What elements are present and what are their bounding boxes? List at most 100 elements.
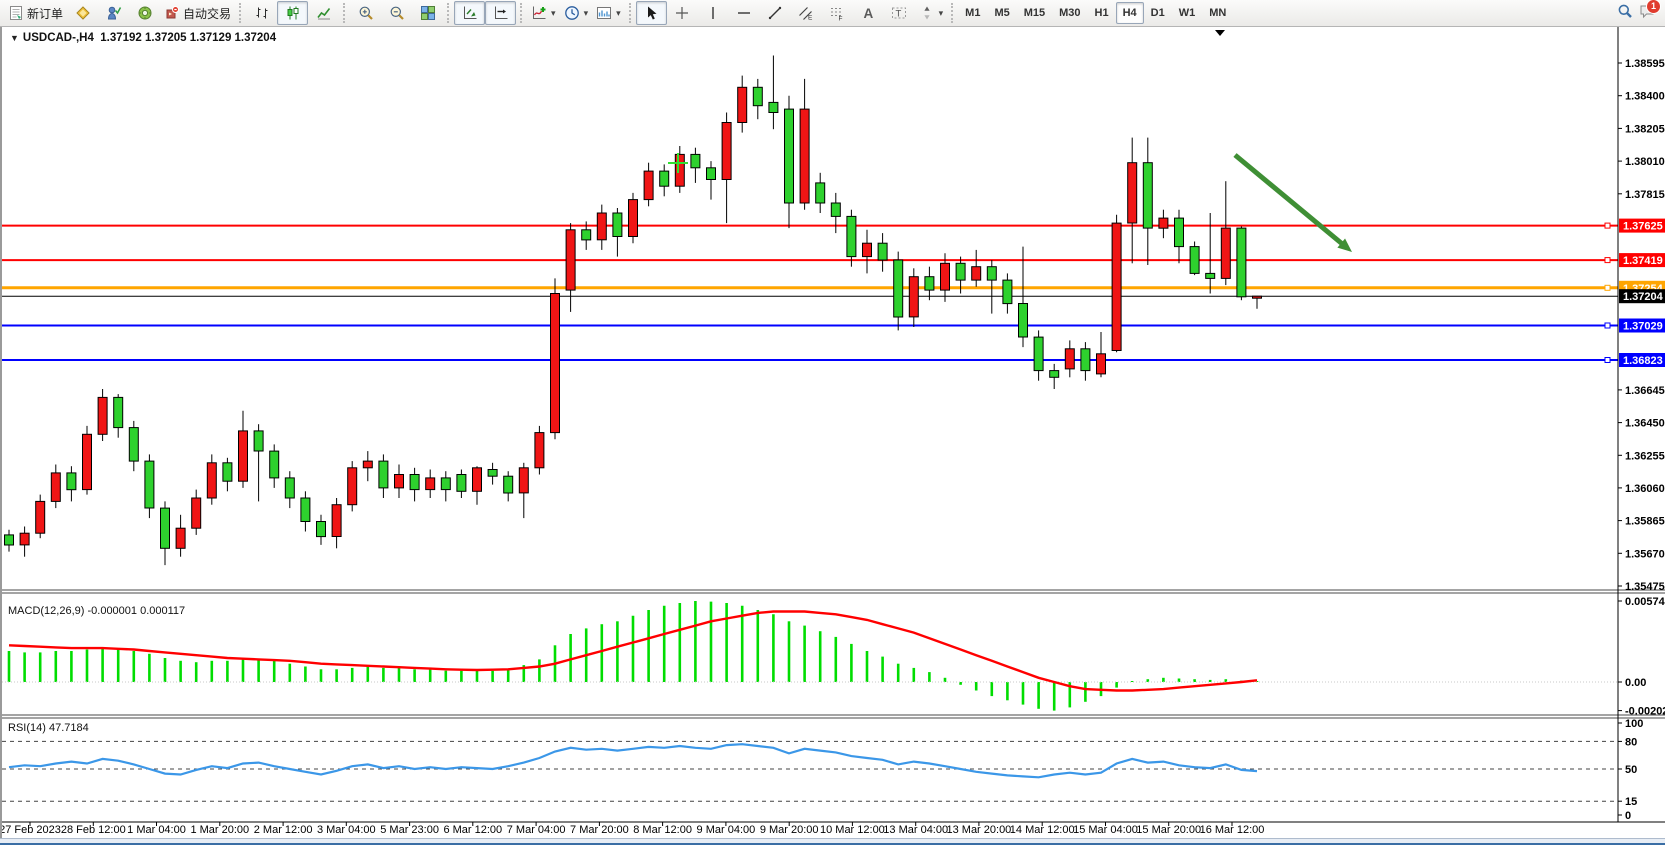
- horizontal-line-1.36823[interactable]: [2, 358, 1618, 363]
- chart-symbol-label[interactable]: ▼USDCAD-,H4 1.37192 1.37205 1.37129 1.37…: [10, 32, 276, 44]
- price-label-1.37204: 1.37204: [1619, 289, 1665, 303]
- rsi-value: 47.7184: [49, 722, 89, 734]
- toolbar-button-text[interactable]: A: [853, 1, 884, 25]
- candle: [379, 454, 388, 498]
- timeframe-m15[interactable]: M15: [1017, 2, 1052, 24]
- candlestick-series: [5, 56, 1262, 566]
- candle: [894, 252, 903, 331]
- svg-text:1.37204: 1.37204: [1623, 291, 1664, 303]
- toolbar-button-market-watch[interactable]: [98, 1, 129, 25]
- toolbar-button-new-order[interactable]: 新订单: [4, 1, 67, 25]
- auto-trading-icon: [164, 5, 180, 21]
- toolbar-button-crosshair[interactable]: [667, 1, 698, 25]
- toolbar-button-zoom-in[interactable]: [350, 1, 381, 25]
- timeframe-m30[interactable]: M30: [1052, 2, 1087, 24]
- candle: [239, 411, 248, 488]
- timeframe-m1[interactable]: M1: [958, 2, 987, 24]
- chart-shift-icon: [493, 5, 509, 21]
- toolbar-button-cursor[interactable]: [636, 1, 667, 25]
- svg-text:50: 50: [1625, 764, 1637, 776]
- toolbar-separator: [343, 3, 346, 23]
- timeframe-h4[interactable]: H4: [1116, 2, 1144, 24]
- candle: [223, 458, 232, 492]
- horizontal-line-1.37419[interactable]: [2, 258, 1618, 263]
- horizontal-line-1.37254[interactable]: [2, 285, 1618, 290]
- toolbar-button-channel[interactable]: E: [791, 1, 822, 25]
- svg-text:28 Feb 12:00: 28 Feb 12:00: [61, 824, 126, 836]
- candle: [816, 173, 825, 213]
- panel-divider[interactable]: [2, 590, 1665, 593]
- chevron-down-icon[interactable]: ▾: [584, 8, 589, 19]
- svg-text:16 Mar 12:00: 16 Mar 12:00: [1200, 824, 1265, 836]
- svg-text:1.38595: 1.38595: [1625, 58, 1665, 70]
- indicators-icon: [531, 5, 547, 21]
- chart-canvas[interactable]: 1.385951.384001.382051.380101.378151.366…: [2, 27, 1665, 838]
- svg-text:1.37029: 1.37029: [1623, 321, 1663, 333]
- svg-text:1.36450: 1.36450: [1625, 418, 1665, 430]
- timeframe-d1[interactable]: D1: [1144, 2, 1172, 24]
- chevron-down-icon[interactable]: ▾: [551, 8, 556, 19]
- horizontal-line-1.37029[interactable]: [2, 323, 1618, 328]
- chevron-down-icon[interactable]: ▾: [616, 8, 621, 19]
- candle: [457, 470, 466, 499]
- toolbar-button-bar-chart[interactable]: [246, 1, 277, 25]
- candle: [426, 470, 435, 499]
- toolbar-button-quotes[interactable]: [67, 1, 98, 25]
- candle: [145, 454, 154, 518]
- cross-marker-annotation[interactable]: [668, 153, 688, 173]
- search-icon[interactable]: [1617, 3, 1633, 24]
- toolbar-button-navigator[interactable]: [129, 1, 160, 25]
- toolbar-button-arrows[interactable]: ▾: [915, 1, 948, 25]
- toolbar-button-text-label[interactable]: T: [884, 1, 915, 25]
- toolbar-button-indicators[interactable]: ▾: [527, 1, 560, 25]
- candle: [785, 96, 794, 228]
- timeframe-mn[interactable]: MN: [1202, 2, 1233, 24]
- horizontal-line-1.37625[interactable]: [2, 223, 1618, 228]
- chart-window: ▼USDCAD-,H4 1.37192 1.37205 1.37129 1.37…: [0, 27, 1665, 838]
- candle: [1190, 242, 1199, 276]
- toolbar-button-candle-chart[interactable]: [277, 1, 308, 25]
- svg-text:1.36823: 1.36823: [1623, 355, 1663, 367]
- candle: [629, 193, 638, 243]
- toolbar-button-auto-trading[interactable]: 自动交易: [160, 1, 235, 25]
- toolbar-button-tile-windows[interactable]: [412, 1, 443, 25]
- candle: [831, 193, 840, 233]
- quotes-icon: [75, 5, 91, 21]
- candle: [441, 471, 450, 501]
- svg-text:1 Mar 20:00: 1 Mar 20:00: [190, 824, 249, 836]
- timeframe-w1[interactable]: W1: [1172, 2, 1203, 24]
- rsi-name: RSI(14): [8, 722, 46, 734]
- toolbar-button-horizontal-line[interactable]: [729, 1, 760, 25]
- svg-text:1.37625: 1.37625: [1623, 221, 1663, 233]
- chart-shift-marker[interactable]: [1215, 30, 1225, 36]
- chevron-down-icon[interactable]: ▾: [939, 8, 944, 19]
- timeframe-m5[interactable]: M5: [987, 2, 1016, 24]
- toolbar-button-fibonacci[interactable]: F: [822, 1, 853, 25]
- toolbar-button-vertical-line[interactable]: [698, 1, 729, 25]
- toolbar-button-trendline[interactable]: [760, 1, 791, 25]
- trend-arrow-annotation[interactable]: [1235, 155, 1352, 252]
- svg-text:15 Mar 04:00: 15 Mar 04:00: [1073, 824, 1138, 836]
- price-axis[interactable]: 1.385951.384001.382051.380101.378151.366…: [2, 27, 1665, 822]
- toolbar-button-line-chart[interactable]: [308, 1, 339, 25]
- price-label-1.37029: 1.37029: [1619, 319, 1665, 333]
- notifications-icon[interactable]: 1: [1639, 3, 1655, 24]
- toolbar-button-templates[interactable]: ▾: [592, 1, 625, 25]
- toolbar-button-chart-shift[interactable]: [485, 1, 516, 25]
- svg-text:14 Mar 12:00: 14 Mar 12:00: [1010, 824, 1075, 836]
- candle: [51, 465, 60, 509]
- tile-windows-icon: [420, 5, 436, 21]
- candle: [1159, 210, 1168, 239]
- candle: [551, 278, 560, 439]
- svg-text:10 Mar 12:00: 10 Mar 12:00: [820, 824, 885, 836]
- candle: [1019, 247, 1028, 348]
- panel-divider[interactable]: [2, 715, 1665, 718]
- time-axis[interactable]: 27 Feb 202328 Feb 12:001 Mar 04:001 Mar …: [2, 822, 1264, 836]
- timeframe-h1[interactable]: H1: [1088, 2, 1116, 24]
- toolbar-button-zoom-out[interactable]: [381, 1, 412, 25]
- macd-indicator-label: MACD(12,26,9) -0.000001 0.000117: [8, 605, 185, 617]
- symbol-dropdown-icon[interactable]: ▼: [10, 33, 19, 43]
- price-label-1.37625: 1.37625: [1619, 219, 1665, 233]
- toolbar-button-auto-scroll[interactable]: [454, 1, 485, 25]
- toolbar-button-periods[interactable]: ▾: [560, 1, 593, 25]
